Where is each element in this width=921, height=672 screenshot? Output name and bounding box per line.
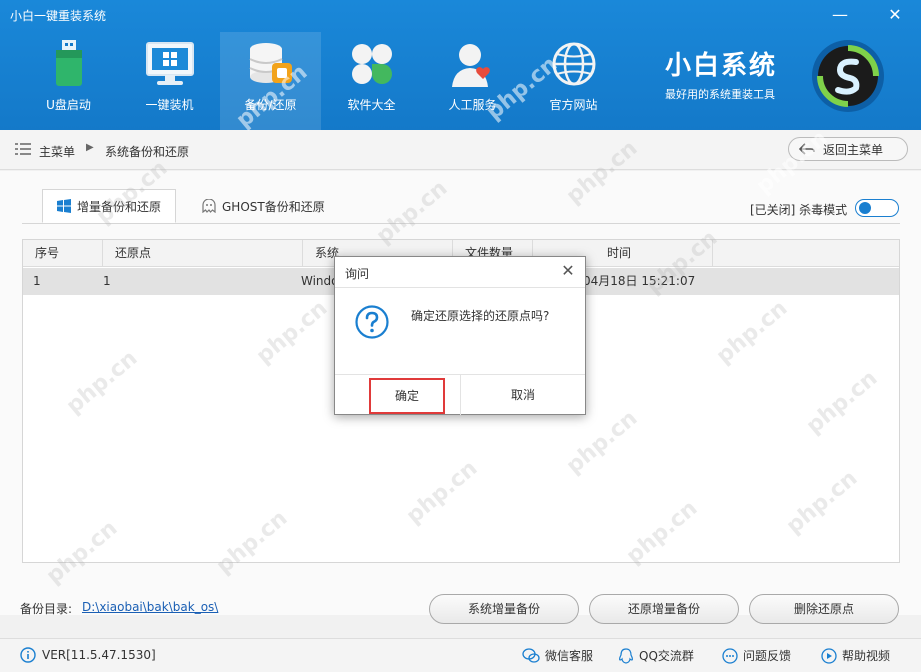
column-header-index: 序号 bbox=[23, 240, 103, 267]
clover-apps-icon bbox=[346, 40, 398, 88]
footer-link-wechat[interactable]: 微信客服 bbox=[522, 647, 593, 664]
nav-item-human-service[interactable]: 人工服务 bbox=[422, 32, 523, 130]
dialog-message: 确定还原选择的还原点吗? bbox=[411, 309, 550, 323]
breadcrumb-arrow-icon: ▶ bbox=[86, 142, 94, 153]
tab-divider bbox=[22, 223, 900, 224]
windows-logo-icon bbox=[57, 199, 71, 213]
delete-restore-point-button[interactable]: 删除还原点 bbox=[749, 594, 899, 624]
back-to-main-button[interactable]: 返回主菜单 bbox=[788, 137, 908, 161]
brand: 小白系统 最好用的系统重装工具 bbox=[665, 45, 777, 102]
nav-label: 官方网站 bbox=[549, 98, 598, 112]
breadcrumb-current: 系统备份和还原 bbox=[105, 145, 190, 159]
dialog-title: 询问 bbox=[345, 267, 370, 281]
globe-icon bbox=[548, 40, 600, 88]
menu-list-icon bbox=[15, 143, 31, 155]
version-text: VER[11.5.47.1530] bbox=[42, 648, 156, 662]
brand-logo-icon bbox=[812, 40, 884, 112]
nav-label: 软件大全 bbox=[347, 98, 396, 112]
tab-label: GHOST备份和还原 bbox=[222, 199, 325, 214]
info-icon bbox=[20, 647, 36, 663]
breadcrumb-root[interactable]: 主菜单 bbox=[39, 143, 75, 160]
help-video-icon bbox=[821, 647, 837, 664]
nav-item-backup-restore[interactable]: 备份/还原 bbox=[220, 32, 321, 130]
breadcrumb: 主菜单 ▶ 系统备份和还原 bbox=[0, 130, 921, 170]
footer-link-label: QQ交流群 bbox=[639, 649, 694, 663]
confirm-dialog: 询问 ✕ 确定还原选择的还原点吗? 确定 取消 bbox=[334, 256, 586, 415]
tab-ghost-backup[interactable]: GHOST备份和还原 bbox=[188, 189, 339, 223]
footer-link-qq[interactable]: QQ交流群 bbox=[618, 647, 694, 664]
footer-link-label: 微信客服 bbox=[545, 649, 594, 663]
app-title: 小白一键重装系统 bbox=[10, 9, 107, 23]
system-incremental-backup-button[interactable]: 系统增量备份 bbox=[429, 594, 579, 624]
footer-link-help-video[interactable]: 帮助视频 bbox=[821, 647, 890, 664]
restore-incremental-backup-button[interactable]: 还原增量备份 bbox=[589, 594, 739, 624]
footer-link-feedback[interactable]: 问题反馈 bbox=[722, 647, 791, 664]
column-header-point: 还原点 bbox=[103, 240, 303, 267]
tab-label: 增量备份和还原 bbox=[77, 199, 162, 214]
dialog-divider bbox=[335, 287, 585, 288]
cell-time: 04月18日 15:21:07 bbox=[583, 274, 696, 288]
question-icon bbox=[355, 305, 389, 339]
footer-link-label: 帮助视频 bbox=[842, 649, 891, 663]
cell-index: 1 bbox=[33, 274, 41, 288]
title-bar: 小白一键重装系统 — ✕ U盘启动 一键装机 备份/还原 软件大全 人工服务 官… bbox=[0, 0, 921, 130]
dialog-ok-button[interactable]: 确定 bbox=[369, 378, 445, 414]
nav-label: 一键装机 bbox=[145, 98, 194, 112]
main-nav: U盘启动 一键装机 备份/还原 软件大全 人工服务 官方网站 bbox=[18, 32, 624, 130]
nav-item-software[interactable]: 软件大全 bbox=[321, 32, 422, 130]
footer: VER[11.5.47.1530] 微信客服 QQ交流群 问题反馈 帮助视频 bbox=[0, 638, 921, 672]
dialog-close-button[interactable]: ✕ bbox=[558, 261, 578, 281]
antivirus-mode-label: [已关闭] 杀毒模式 bbox=[750, 203, 848, 217]
close-window-button[interactable]: ✕ bbox=[884, 4, 906, 26]
cell-point: 1 bbox=[103, 274, 111, 288]
dialog-cancel-button[interactable]: 取消 bbox=[461, 375, 585, 415]
usb-drive-icon bbox=[43, 40, 95, 88]
nav-label: 人工服务 bbox=[448, 98, 497, 112]
brand-name: 小白系统 bbox=[665, 51, 778, 81]
ghost-icon bbox=[202, 199, 216, 213]
nav-item-usb-boot[interactable]: U盘启动 bbox=[18, 32, 119, 130]
user-heart-icon bbox=[447, 40, 499, 88]
cell-system: Windo bbox=[301, 274, 339, 288]
back-arrow-icon bbox=[799, 143, 815, 155]
minimize-button[interactable]: — bbox=[829, 4, 851, 26]
wechat-icon bbox=[522, 647, 540, 663]
back-button-label: 返回主菜单 bbox=[823, 142, 884, 157]
qq-icon bbox=[618, 647, 634, 664]
backup-dir-link[interactable]: D:\xiaobai\bak\bak_os\ bbox=[82, 600, 218, 614]
antivirus-mode-toggle[interactable] bbox=[855, 199, 899, 217]
database-backup-icon bbox=[245, 40, 297, 88]
nav-label: U盘启动 bbox=[46, 98, 91, 112]
backup-dir-label: 备份目录: bbox=[20, 602, 73, 616]
version-info: VER[11.5.47.1530] bbox=[20, 647, 156, 663]
brand-slogan: 最好用的系统重装工具 bbox=[665, 88, 775, 101]
nav-item-one-click-install[interactable]: 一键装机 bbox=[119, 32, 220, 130]
footer-link-label: 问题反馈 bbox=[743, 649, 792, 663]
nav-label: 备份/还原 bbox=[244, 98, 297, 112]
monitor-windows-icon bbox=[144, 40, 196, 88]
feedback-icon bbox=[722, 647, 738, 664]
tab-incremental-backup[interactable]: 增量备份和还原 bbox=[42, 189, 177, 223]
toggle-knob bbox=[859, 202, 871, 214]
nav-item-official-site[interactable]: 官方网站 bbox=[523, 32, 624, 130]
